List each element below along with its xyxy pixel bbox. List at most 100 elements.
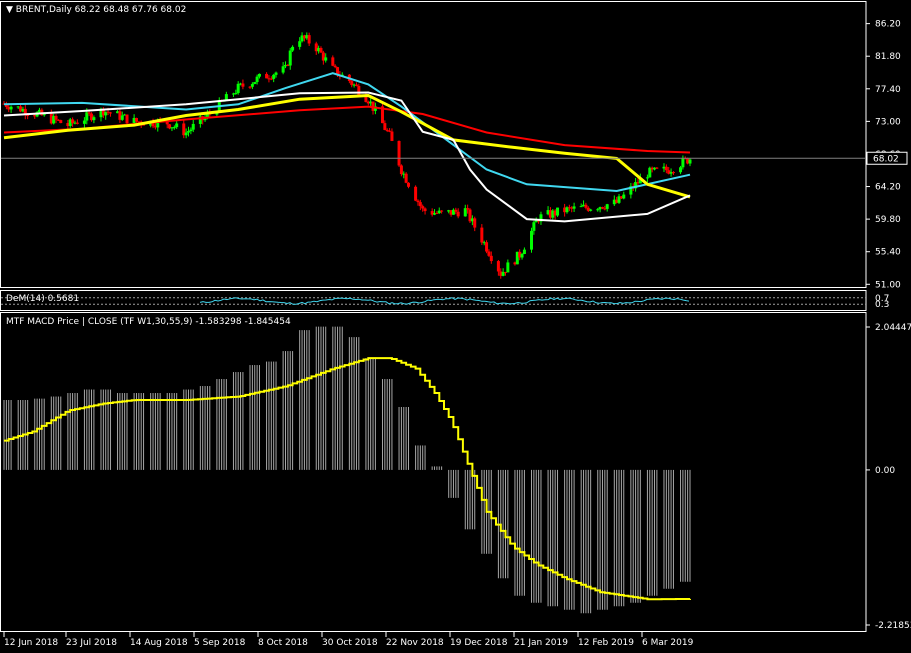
time-tick-label: 30 Oct 2018 [322,638,378,648]
macd-tick-label: 2.044478 [875,323,911,333]
candle-body [664,166,668,171]
moving-average-line-2 [3,72,691,193]
candle-body [241,83,245,87]
time-tick-label: 5 Sep 2018 [194,638,246,648]
candle-body [172,127,176,129]
candle-body [187,131,191,133]
price-tick-label: 55.40 [875,248,901,258]
candle-body [589,209,593,211]
time-tick-label: 22 Nov 2018 [386,638,444,648]
candle-body [120,115,124,120]
candle-body [175,123,179,128]
candle-body [184,132,188,136]
candle-body [435,212,439,214]
candle-body [59,120,63,124]
candle-body [71,119,75,124]
candle-body [108,112,112,114]
candle-body [234,92,238,94]
candle-body [265,73,269,79]
macd-histogram [3,326,691,614]
candle-body [489,255,493,262]
candle-body [333,65,337,68]
macd-signal-line [4,357,691,601]
candle-body [530,230,534,250]
candle-body [596,209,600,211]
price-tick-label: 86.20 [875,20,901,30]
current-price-label: 68.02 [873,154,899,164]
candle-body [622,194,626,199]
macd-tick-label: -2.21853 [875,621,911,631]
candle-body [688,159,692,164]
candle-body [298,41,302,47]
candle-body [466,208,470,210]
price-tick-label: 73.00 [875,117,901,127]
candle-body [605,204,609,209]
price-tick-label: 81.80 [875,52,901,62]
macd-panel-frame [0,312,867,632]
dem-panel-frame [0,290,867,311]
candle-body [399,165,403,175]
candle-body [485,242,489,252]
candle-body [454,209,458,212]
candle-body [307,35,311,44]
candle-body [473,218,477,228]
candle-body [236,83,240,93]
candle-body [134,117,138,122]
candle-body [257,73,261,77]
time-tick-label: 8 Oct 2018 [258,638,308,648]
candle-body [248,86,252,88]
candle-body [383,123,387,130]
candle-body [532,222,536,231]
candle-body [75,122,79,124]
candle-body [506,262,510,273]
candle-body [579,206,583,208]
ohlc-values: 68.22 68.48 67.76 68.02 [74,5,187,15]
candle-body [125,114,129,124]
candle-body [191,123,195,130]
time-tick-label: 6 Mar 2019 [642,638,694,648]
candle-body [418,202,422,207]
time-tick-label: 21 Jan 2019 [514,638,568,648]
macd-title: MTF MACD Price | CLOSE (TF W1,30,55,9) -… [6,317,291,327]
candle-body [272,74,276,79]
dem-tick-label: 0.3 [875,300,889,310]
candle-body [288,50,292,66]
candle-body [82,120,86,124]
candle-body [655,167,659,169]
candle-body [281,66,285,73]
time-tick-label: 12 Feb 2019 [578,638,634,648]
candle-body [681,157,685,168]
candle-body [416,200,420,203]
time-tick-label: 14 Aug 2018 [130,638,188,648]
candle-body [92,117,96,121]
candle-body [189,129,193,132]
candle-body [324,57,328,61]
candle-body [319,47,323,53]
candle-body [397,140,401,166]
candle-body [520,253,524,258]
triangle-down-icon[interactable]: ▼ [6,5,13,15]
candle-body [274,72,278,75]
price-panel-frame [0,1,867,288]
candle-body [331,57,335,66]
dem-line [199,297,690,305]
price-tick-label: 59.80 [875,215,901,225]
candle-body [679,167,683,173]
candle-body [487,251,491,256]
candle-body [440,210,444,212]
candle-body [357,85,361,96]
candle-body [456,211,460,217]
candle-body [255,76,259,83]
time-tick-label: 19 Dec 2018 [450,638,508,648]
candle-body [645,177,649,179]
symbol-label: BRENT,Daily [15,5,72,15]
candle-body [404,173,408,183]
price-tick-label: 51.00 [875,280,901,290]
candle-body [556,207,560,216]
candle-body [253,82,257,84]
candle-body [600,207,604,209]
candle-body [54,115,58,120]
candle-body [480,227,484,243]
macd-tick-label: 0.00 [875,466,895,476]
candle-body [572,206,576,209]
